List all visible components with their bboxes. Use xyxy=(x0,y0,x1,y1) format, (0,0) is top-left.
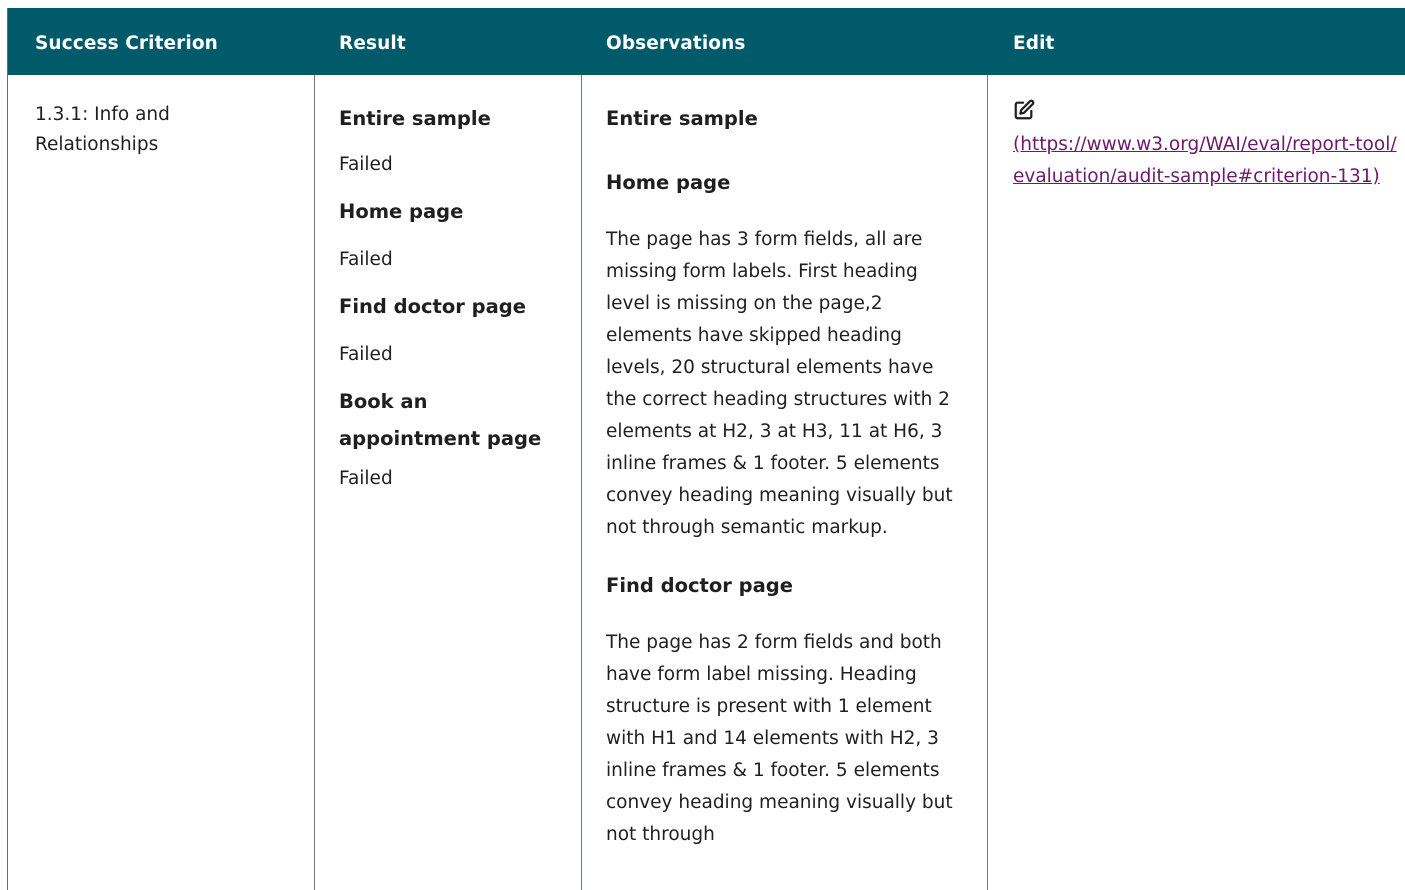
result-label-book-appointment: Book an appointment page xyxy=(339,390,542,450)
obs-label-find-doctor: Find doctor page xyxy=(606,574,793,597)
obs-label-entire-sample: Entire sample xyxy=(606,107,758,130)
result-label-home-page: Home page xyxy=(339,200,464,223)
header-edit: Edit xyxy=(1013,33,1055,54)
edit-icon[interactable] xyxy=(1013,99,1035,121)
table-header: Success Criterion Result Observations Ed… xyxy=(8,8,1405,75)
results-table: Success Criterion Result Observations Ed… xyxy=(7,8,1405,890)
result-value-book-appointment: Failed xyxy=(339,468,393,489)
criterion-cell: 1.3.1: Info and Relationships xyxy=(35,100,235,160)
observations-cell: Entire sample Home page The page has 3 f… xyxy=(606,100,964,851)
column-divider xyxy=(314,75,315,890)
edit-cell: (https://www.w3.org/WAI/eval/report-tool… xyxy=(1013,99,1398,193)
table-row: 1.3.1: Info and Relationships Entire sam… xyxy=(8,75,1405,890)
result-value-find-doctor: Failed xyxy=(339,344,393,365)
edit-link[interactable]: (https://www.w3.org/WAI/eval/report-tool… xyxy=(1013,134,1397,187)
result-cell: Entire sample Failed Home page Failed Fi… xyxy=(339,100,569,495)
header-observations: Observations xyxy=(606,33,746,54)
column-divider xyxy=(987,75,988,890)
obs-label-home-page: Home page xyxy=(606,171,731,194)
result-value-entire-sample: Failed xyxy=(339,154,393,175)
column-divider xyxy=(581,75,582,890)
obs-text-find-doctor: The page has 2 form fields and both have… xyxy=(606,632,953,845)
criterion-text: 1.3.1: Info and Relationships xyxy=(35,104,170,155)
result-value-home-page: Failed xyxy=(339,249,393,270)
result-label-entire-sample: Entire sample xyxy=(339,107,491,130)
header-success-criterion: Success Criterion xyxy=(35,33,218,54)
result-label-find-doctor: Find doctor page xyxy=(339,295,526,318)
header-result: Result xyxy=(339,33,406,54)
obs-text-home-page: The page has 3 form fields, all are miss… xyxy=(606,229,953,538)
